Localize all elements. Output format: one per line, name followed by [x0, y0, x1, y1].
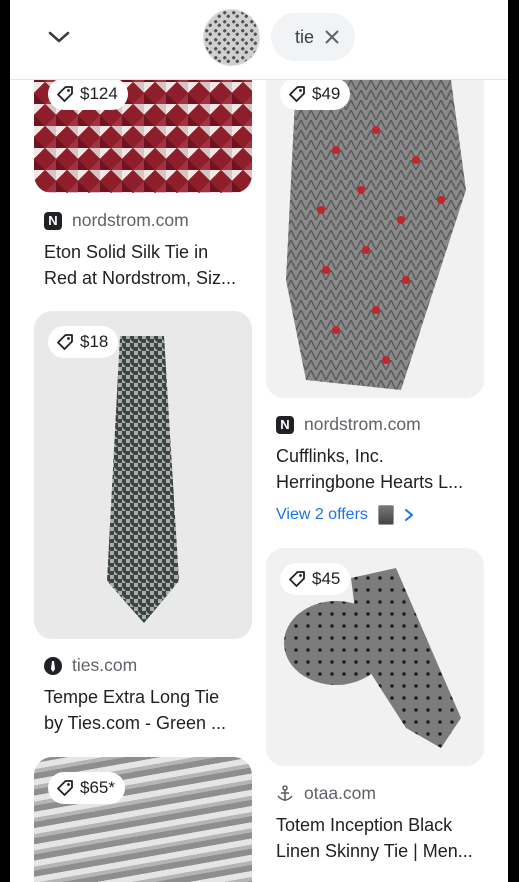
price-badge[interactable]: $18: [48, 326, 119, 358]
product-image[interactable]: $65*: [34, 757, 252, 882]
price-tag-icon: [57, 780, 73, 796]
store-thumbnail-icon: [377, 505, 394, 525]
source-text: ties.com: [72, 655, 138, 675]
title-line: Red at Nordstrom, Siz...: [44, 268, 237, 288]
nordstrom-icon: N: [44, 211, 62, 230]
product-image[interactable]: $49: [266, 60, 484, 398]
price-badge[interactable]: $45: [280, 563, 351, 595]
title-line: Cufflinks, Inc.: [276, 446, 384, 466]
ties-com-icon: [44, 656, 62, 675]
results-page: tie $124 N nordstrom.com Eton Solid Silk…: [10, 0, 508, 882]
source-text: nordstrom.com: [304, 414, 421, 434]
query-text: tie: [295, 26, 315, 47]
price-text: $124: [80, 84, 118, 103]
price-badge[interactable]: $65*: [48, 772, 125, 804]
title-line: Linen Skinny Tie | Men...: [276, 841, 473, 861]
price-tag-icon: [289, 86, 305, 102]
search-image-thumbnail[interactable]: [203, 9, 260, 66]
price-text: $49: [312, 84, 341, 103]
product-image[interactable]: $18: [34, 311, 252, 639]
product-title[interactable]: Cufflinks, Inc. Herringbone Hearts L...: [276, 443, 486, 495]
view-offers-link[interactable]: View 2 offers: [276, 505, 416, 525]
query-chip[interactable]: tie: [271, 13, 355, 61]
source-text: nordstrom.com: [72, 210, 189, 230]
title-line: Tempe Extra Long Tie: [44, 687, 220, 707]
chevron-right-icon: [404, 509, 413, 521]
price-badge[interactable]: $49: [280, 78, 351, 110]
nordstrom-icon: N: [276, 415, 294, 434]
tie-image: [107, 336, 179, 623]
tie-image: [286, 80, 466, 390]
title-line: Herringbone Hearts L...: [276, 472, 464, 492]
offers-text: View 2 offers: [276, 506, 368, 523]
collapse-button[interactable]: [44, 24, 74, 50]
product-title[interactable]: Tempe Extra Long Tie by Ties.com - Green…: [44, 684, 254, 736]
close-icon: [325, 30, 339, 44]
header: tie: [10, 0, 508, 80]
price-badge[interactable]: $124: [48, 78, 128, 110]
price-text: $45: [312, 569, 341, 588]
source-link[interactable]: N nordstrom.com: [44, 210, 189, 231]
source-text: otaa.com: [304, 783, 376, 803]
product-title[interactable]: Totem Inception Black Linen Skinny Tie |…: [276, 812, 486, 864]
anchor-icon: [276, 784, 294, 803]
source-link[interactable]: ties.com: [44, 655, 137, 676]
source-link[interactable]: N nordstrom.com: [276, 414, 421, 435]
price-tag-icon: [57, 334, 73, 350]
price-tag-icon: [57, 86, 73, 102]
price-text: $18: [80, 332, 109, 351]
title-line: by Ties.com - Green ...: [44, 713, 227, 733]
clear-query-button[interactable]: [324, 29, 340, 45]
source-link[interactable]: otaa.com: [276, 783, 376, 804]
chevron-down-icon: [48, 31, 70, 43]
title-line: Eton Solid Silk Tie in: [44, 242, 209, 262]
title-line: Totem Inception Black: [276, 815, 453, 835]
price-text: $65*: [80, 778, 115, 797]
product-title[interactable]: Eton Solid Silk Tie in Red at Nordstrom,…: [44, 239, 254, 291]
product-image[interactable]: $45: [266, 548, 484, 766]
price-tag-icon: [289, 571, 305, 587]
